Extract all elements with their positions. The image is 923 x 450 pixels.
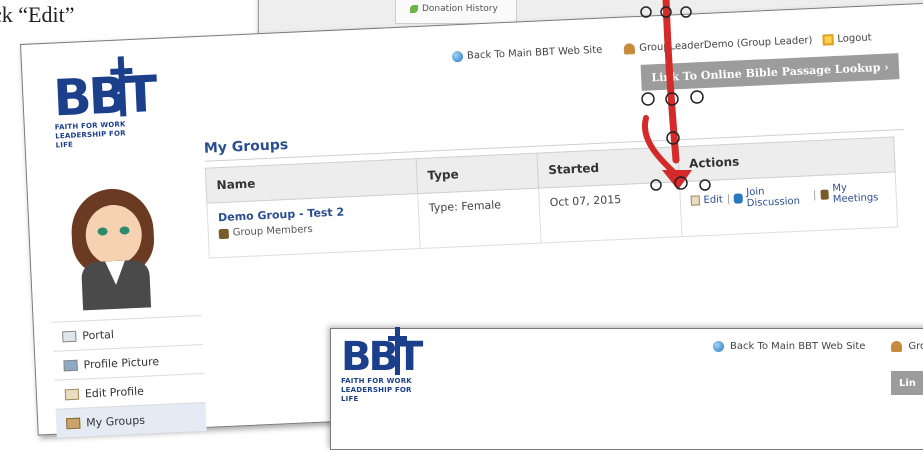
meetings-icon bbox=[820, 189, 829, 199]
group-icon bbox=[66, 417, 80, 429]
logo-tagline-2: LEADERSHIP FOR LIFE bbox=[341, 386, 421, 404]
user-icon bbox=[891, 341, 902, 352]
instruction-text: ck “Edit” bbox=[0, 2, 74, 28]
sidebar-item-label: Edit Profile bbox=[85, 384, 145, 400]
back-link-label: Back To Main BBT Web Site bbox=[467, 44, 603, 61]
user-link[interactable]: Group bbox=[908, 341, 923, 352]
edit-link[interactable]: Edit bbox=[703, 194, 723, 206]
menu-item-donation-history[interactable]: Donation History bbox=[410, 4, 498, 14]
spacer bbox=[602, 49, 624, 50]
cell-name: Demo Group - Test 2 Group Members bbox=[207, 194, 420, 259]
sidebar: Portal Profile Picture Edit Profile My G… bbox=[46, 185, 207, 438]
logo-word: BBT bbox=[341, 337, 421, 377]
cross-icon bbox=[395, 327, 400, 375]
actions-group: Edit | Join Discussion | My Meetings bbox=[690, 181, 886, 212]
menu-panel: Donation History bbox=[395, 0, 517, 24]
separator: | bbox=[813, 190, 817, 201]
back-to-main-link[interactable]: Back To Main BBT Web Site bbox=[730, 341, 865, 352]
members-icon bbox=[219, 228, 229, 238]
sidebar-item-label: Portal bbox=[82, 328, 114, 342]
user-link[interactable]: GroupLeaderDemo (Group Leader) bbox=[624, 35, 813, 55]
logo-word-text: BBT bbox=[52, 65, 156, 128]
column-header-type: Type bbox=[416, 153, 538, 193]
cell-started: Oct 07, 2015 bbox=[539, 182, 682, 243]
group-members-label: Group Members bbox=[233, 224, 313, 239]
lookup-button[interactable]: Lin bbox=[891, 371, 923, 395]
join-discussion-link[interactable]: Join Discussion bbox=[746, 184, 809, 209]
user-icon bbox=[624, 43, 635, 54]
header-links: Back To Main BBT Web Site Group bbox=[713, 341, 923, 352]
logo-word: BBT bbox=[52, 69, 144, 123]
bbt-logo: BBT FAITH FOR WORK LEADERSHIP FOR LIFE bbox=[52, 69, 145, 150]
sidebar-item-label: My Groups bbox=[86, 413, 145, 429]
cell-type: Type: Female bbox=[418, 188, 541, 248]
logout-icon bbox=[822, 34, 833, 45]
cross-bar bbox=[110, 68, 132, 75]
cross-bar bbox=[388, 336, 407, 341]
user-label: GroupLeaderDemo (Group Leader) bbox=[639, 35, 813, 54]
globe-icon bbox=[713, 341, 724, 352]
logout-link[interactable]: Logout bbox=[822, 32, 872, 45]
groups-table: Name Type Started Actions Demo Group - T… bbox=[205, 136, 898, 258]
join-icon bbox=[734, 193, 743, 203]
leaf-icon bbox=[410, 5, 418, 13]
logout-label: Logout bbox=[837, 32, 872, 45]
bbt-logo: BBT FAITH FOR WORK LEADERSHIP FOR LIFE bbox=[341, 337, 421, 404]
sidebar-item-my-groups[interactable]: My Groups bbox=[56, 402, 207, 438]
bible-lookup-button[interactable]: Link To Online Bible Passage Lookup › bbox=[641, 53, 900, 91]
logo-tagline-2: LEADERSHIP FOR LIFE bbox=[55, 128, 146, 150]
cell-actions: Edit | Join Discussion | My Meetings bbox=[679, 172, 897, 237]
avatar bbox=[58, 186, 183, 309]
menu-item-label: Donation History bbox=[422, 4, 498, 14]
edit-icon bbox=[691, 195, 700, 205]
main-content: My Groups Name Type Started Actions Demo… bbox=[204, 109, 909, 259]
lower-screenshot: BBT FAITH FOR WORK LEADERSHIP FOR LIFE B… bbox=[330, 328, 923, 450]
picture-icon bbox=[63, 359, 77, 371]
portal-icon bbox=[62, 330, 76, 342]
separator: | bbox=[727, 193, 731, 204]
edit-icon bbox=[65, 388, 79, 400]
my-meetings-link[interactable]: My Meetings bbox=[832, 181, 886, 205]
back-to-main-link[interactable]: Back To Main BBT Web Site bbox=[452, 44, 603, 62]
globe-icon bbox=[452, 50, 463, 61]
logo-word-text: BBT bbox=[341, 334, 420, 380]
sidebar-item-label: Profile Picture bbox=[83, 355, 159, 371]
